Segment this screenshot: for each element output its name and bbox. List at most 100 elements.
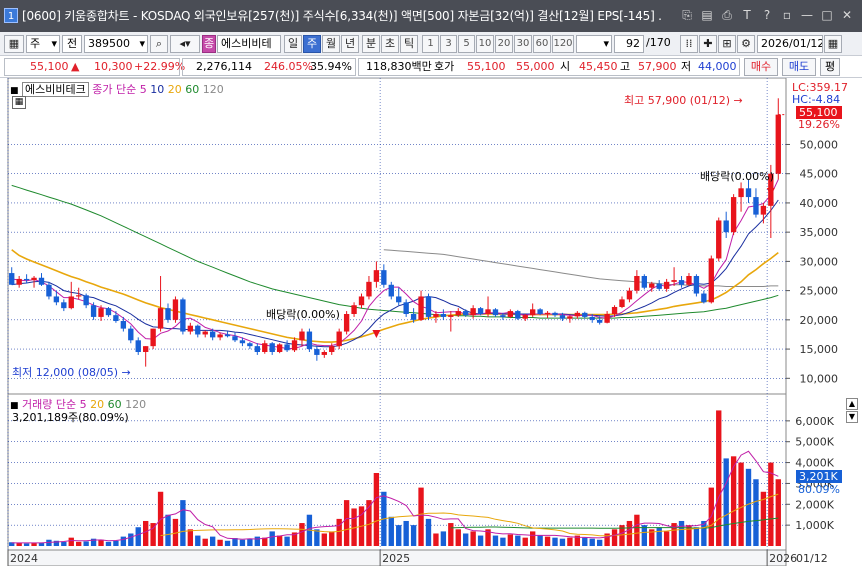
- candle-body: [172, 299, 179, 320]
- candle-body: [530, 309, 536, 316]
- x-tick-label: 2026: [769, 552, 797, 565]
- speaker-icon[interactable]: ◂▾: [170, 35, 200, 53]
- period-button-minute[interactable]: 분: [362, 35, 380, 53]
- candle-body: [165, 308, 171, 320]
- price-panel-border: [7, 78, 787, 395]
- period-button-month[interactable]: 월: [322, 35, 340, 53]
- candle-body: [90, 305, 97, 317]
- interval-button-5[interactable]: 5: [458, 35, 475, 53]
- volume-panel-up-icon[interactable]: ▲: [846, 398, 858, 410]
- chart-save-icon[interactable]: ⊞: [718, 35, 736, 53]
- interval-button-10[interactable]: 10: [476, 35, 494, 53]
- candle-body: [775, 114, 781, 174]
- text-icon[interactable]: T: [740, 7, 754, 23]
- interval-button-30[interactable]: 30: [514, 35, 532, 53]
- candle-body: [180, 299, 186, 332]
- right-arrow-icon: →: [733, 94, 743, 107]
- dividend-annotation-2026: 배당락(0.00%): [700, 168, 774, 184]
- maximize-icon[interactable]: □: [820, 7, 834, 23]
- custom-interval-select[interactable]: ▾: [576, 35, 612, 53]
- candle-body: [626, 290, 633, 300]
- stock-code-input[interactable]: 389500 ▾: [84, 35, 148, 53]
- interval-button-120[interactable]: 120: [552, 35, 574, 53]
- calendar-icon[interactable]: ▦: [824, 35, 842, 53]
- chart-type-grid-icon[interactable]: ▦: [4, 35, 24, 53]
- candle-body: [515, 311, 521, 319]
- crosshair-icon[interactable]: ✚: [699, 35, 717, 53]
- close-icon[interactable]: ✕: [840, 7, 854, 23]
- gear-icon[interactable]: ⚙: [737, 35, 755, 53]
- volume-bar: [507, 534, 514, 546]
- search-icon[interactable]: ⌕: [150, 35, 168, 53]
- volume-bar: [559, 538, 566, 546]
- stock-chart[interactable]: 10,000 15,000 20,000 25,000 30,000 35,000 40,0…: [0, 78, 862, 566]
- link-icon[interactable]: ⎘: [680, 7, 694, 23]
- bar-count-input[interactable]: 92: [614, 35, 644, 53]
- period-select-value: 주: [30, 37, 41, 50]
- help-icon[interactable]: ?: [760, 7, 774, 23]
- interval-button-60[interactable]: 60: [533, 35, 551, 53]
- interval-button-20[interactable]: 20: [495, 35, 513, 53]
- volume-bar: [105, 541, 112, 546]
- stock-name-field[interactable]: 에스비비테: [217, 35, 281, 53]
- interval-button-3[interactable]: 3: [440, 35, 457, 53]
- candle-body: [68, 296, 74, 309]
- candle-body: [410, 314, 417, 320]
- dividend-marker-icon: [372, 330, 381, 338]
- quote-bar: 55,100 ▲ 10,300 +22.99% 2,276,114 246.05…: [0, 56, 862, 78]
- candle-body: [678, 280, 685, 285]
- hc-label: HC:-4.84: [792, 93, 841, 106]
- price-tick-label: 20,000: [800, 314, 839, 327]
- sell-button[interactable]: 매도: [782, 58, 816, 76]
- save-icon[interactable]: ▤: [700, 7, 714, 23]
- period-button-week[interactable]: 주: [303, 35, 321, 53]
- volume-bar: [582, 537, 588, 546]
- period-button-year[interactable]: 년: [341, 35, 359, 53]
- chart-canvas[interactable]: 10,000 15,000 20,000 25,000 30,000 35,000 40,0…: [0, 78, 862, 566]
- period-button-tick[interactable]: 틱: [400, 35, 418, 53]
- grid-settings-icon[interactable]: ▦: [12, 96, 26, 109]
- restore-icon[interactable]: ▫: [780, 7, 794, 23]
- candle-body: [730, 197, 737, 233]
- volume-bar: [522, 537, 528, 546]
- period-select[interactable]: 주 ▾: [26, 35, 60, 53]
- turnover-rate: 35.94%: [310, 60, 352, 73]
- minimize-icon[interactable]: —: [800, 7, 814, 23]
- candle-body: [492, 309, 499, 316]
- high-label: 고: [620, 60, 631, 73]
- volume-bar: [745, 468, 752, 546]
- volume-bar: [515, 535, 521, 546]
- interval-button-1[interactable]: 1: [422, 35, 439, 53]
- volume-panel-down-icon[interactable]: ▼: [846, 411, 858, 423]
- print-icon[interactable]: ⎙: [720, 7, 734, 23]
- volume-bar: [247, 538, 253, 546]
- buy-button[interactable]: 매수: [744, 58, 778, 76]
- volume-bar: [343, 500, 350, 546]
- candle-body: [336, 331, 342, 347]
- candle-body: [143, 346, 149, 352]
- candle-body: [396, 296, 402, 303]
- period-button-second[interactable]: 초: [381, 35, 399, 53]
- period-button-day[interactable]: 일: [284, 35, 302, 53]
- collapse-icon[interactable]: ■: [10, 86, 19, 96]
- candle-body: [38, 277, 45, 285]
- zoom-icon[interactable]: ⁞⁞: [680, 35, 698, 53]
- candle-body: [477, 308, 484, 314]
- volume-bar: [68, 537, 74, 546]
- current-price: 55,100: [30, 60, 69, 73]
- date-input[interactable]: 2026/01/12: [757, 35, 823, 53]
- jeon-select[interactable]: 전: [62, 35, 82, 53]
- eval-button[interactable]: 평: [820, 58, 840, 76]
- candle-body: [120, 321, 127, 329]
- volume-tick-label: 2,000K: [795, 498, 834, 511]
- candle-body: [358, 296, 365, 306]
- volume-bar: [738, 462, 744, 546]
- candle-body: [440, 314, 447, 317]
- candle-body: [254, 346, 260, 352]
- title-bar: 1 [0600] 키움종합차트 - KOSDAQ 외국인보유[257(천)] 주…: [0, 0, 862, 32]
- candle-body: [239, 340, 246, 344]
- low-price: 44,000: [698, 60, 737, 73]
- window-number-badge[interactable]: 1: [4, 8, 18, 23]
- high-annotation-text: 최고 57,900 (01/12): [624, 94, 731, 107]
- candle-body: [105, 308, 112, 316]
